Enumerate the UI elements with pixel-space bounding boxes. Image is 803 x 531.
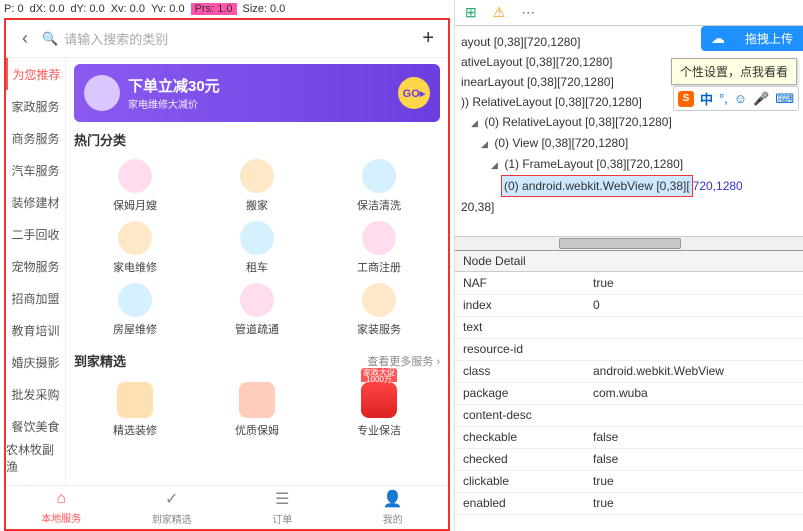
banner-avatar: [84, 75, 120, 111]
sidebar-item[interactable]: 旅游酒店: [6, 474, 65, 485]
ime-bar[interactable]: S 中 °, ☺ 🎤 ⌨: [673, 86, 799, 111]
detail-row: resource-id: [455, 338, 803, 360]
sidebar-item[interactable]: 装修建材: [6, 186, 65, 218]
go-button[interactable]: GO▸: [398, 77, 430, 109]
sidebar-item[interactable]: 二手回收: [6, 218, 65, 250]
tree-row[interactable]: (0) android.webkit.WebView [0,38][720,12…: [461, 175, 797, 197]
tree-row[interactable]: 20,38]: [461, 197, 797, 217]
search-icon: 🔍: [42, 31, 58, 47]
detail-row: text: [455, 316, 803, 338]
hot-cell[interactable]: 管道疏通: [196, 279, 318, 341]
add-icon[interactable]: +: [418, 27, 438, 50]
detail-row: index0: [455, 294, 803, 316]
phone-viewport: ‹ 🔍请输入搜索的类别 + 为您推荐家政服务商务服务汽车服务装修建材二手回收宠物…: [4, 18, 450, 531]
featured-cell[interactable]: 精选装修: [74, 382, 196, 438]
tooltip: 个性设置，点我看看: [671, 58, 797, 85]
nav-item[interactable]: ✓到家精选: [117, 486, 228, 529]
ime-smile-icon: ☺: [734, 91, 747, 106]
nav-icon: ✓: [165, 489, 178, 509]
cloud-icon: ☁: [701, 26, 735, 51]
category-icon: [118, 159, 152, 193]
back-icon[interactable]: ‹: [16, 28, 34, 49]
ime-keyboard-icon: ⌨: [775, 91, 794, 107]
category-icon: [240, 159, 274, 193]
detail-row: checkedfalse: [455, 448, 803, 470]
more-link[interactable]: 查看更多服务 ›: [367, 353, 440, 369]
hot-cell[interactable]: 保洁清洗: [318, 155, 440, 217]
sidebar-item[interactable]: 商务服务: [6, 122, 65, 154]
tree-row[interactable]: ◢ (0) View [0,38][720,1280]: [461, 133, 797, 154]
sidebar-item[interactable]: 教育培训: [6, 314, 65, 346]
search-input[interactable]: 🔍请输入搜索的类别: [42, 29, 410, 48]
coord-info: P: 0dX: 0.0dY: 0.0Xv: 0.0Yv: 0.0Prs: 1.0…: [0, 0, 454, 18]
promo-banner[interactable]: 下单立减30元家电维修大减价 GO▸: [74, 64, 440, 122]
nav-item[interactable]: 👤我的: [338, 486, 449, 529]
inspector-toolbar: ⊞ ⚠ ⋯: [455, 0, 803, 26]
sidebar-item[interactable]: 家政服务: [6, 90, 65, 122]
menu-icon[interactable]: ⋯: [521, 4, 537, 21]
hot-cell[interactable]: 保姆月嫂: [74, 155, 196, 217]
sidebar-item[interactable]: 为您推荐: [6, 58, 65, 90]
category-icon: [240, 221, 274, 255]
detail-row: packagecom.wuba: [455, 382, 803, 404]
category-sidebar: 为您推荐家政服务商务服务汽车服务装修建材二手回收宠物服务招商加盟教育培训婚庆摄影…: [6, 58, 66, 485]
hot-grid: 保姆月嫂搬家保洁清洗家电维修租车工商注册房屋维修管道疏通家装服务: [74, 155, 440, 341]
hot-cell[interactable]: 房屋维修: [74, 279, 196, 341]
featured-icon: [117, 382, 153, 418]
detail-row: NAFtrue: [455, 272, 803, 294]
tree-row[interactable]: ◢ (1) FrameLayout [0,38][720,1280]: [461, 154, 797, 175]
sidebar-item[interactable]: 宠物服务: [6, 250, 65, 282]
featured-cell[interactable]: 优质保姆: [196, 382, 318, 438]
detail-row: clickabletrue: [455, 470, 803, 492]
ime-logo-icon: S: [678, 91, 694, 107]
ime-punct-icon: °,: [719, 91, 728, 106]
hot-cell[interactable]: 家装服务: [318, 279, 440, 341]
hot-cell[interactable]: 工商注册: [318, 217, 440, 279]
featured-icon: 家政大促1000万: [361, 382, 397, 418]
detail-row: classandroid.webkit.WebView: [455, 360, 803, 382]
nav-icon: ☰: [275, 489, 289, 509]
tree-row[interactable]: ◢ (0) RelativeLayout [0,38][720,1280]: [461, 112, 797, 133]
category-icon: [240, 283, 274, 317]
hot-cell[interactable]: 搬家: [196, 155, 318, 217]
bottom-nav: ⌂本地服务✓到家精选☰订单👤我的: [6, 485, 448, 529]
featured-icon: [239, 382, 275, 418]
detail-row: enabledtrue: [455, 492, 803, 514]
featured-row: 精选装修优质保姆家政大促1000万专业保洁: [74, 382, 440, 438]
detail-row: content-desc: [455, 404, 803, 426]
expand-icon[interactable]: ⊞: [465, 4, 477, 21]
sidebar-item[interactable]: 批发采购: [6, 378, 65, 410]
sidebar-item[interactable]: 农林牧副渔: [6, 442, 65, 474]
tree-scrollbar[interactable]: [455, 236, 803, 250]
warn-icon[interactable]: ⚠: [493, 4, 506, 21]
category-icon: [118, 221, 152, 255]
upload-float-button[interactable]: ☁ 拖拽上传: [701, 26, 803, 51]
featured-cell[interactable]: 家政大促1000万专业保洁: [318, 382, 440, 438]
section-hot-title: 热门分类: [74, 130, 440, 149]
node-detail-panel: Node Detail NAFtrueindex0textresource-id…: [455, 250, 803, 531]
node-detail-header: Node Detail: [455, 251, 803, 272]
hot-cell[interactable]: 家电维修: [74, 217, 196, 279]
category-icon: [362, 283, 396, 317]
ime-mic-icon: 🎤: [753, 91, 769, 107]
nav-item[interactable]: ☰订单: [227, 486, 338, 529]
sidebar-item[interactable]: 汽车服务: [6, 154, 65, 186]
hot-cell[interactable]: 租车: [196, 217, 318, 279]
sidebar-item[interactable]: 婚庆摄影: [6, 346, 65, 378]
sidebar-item[interactable]: 招商加盟: [6, 282, 65, 314]
category-icon: [362, 159, 396, 193]
category-icon: [118, 283, 152, 317]
category-icon: [362, 221, 396, 255]
nav-icon: ⌂: [56, 490, 66, 508]
sidebar-item[interactable]: 餐饮美食: [6, 410, 65, 442]
section-featured-title: 到家精选: [74, 351, 126, 370]
nav-icon: 👤: [383, 489, 403, 509]
detail-row: checkablefalse: [455, 426, 803, 448]
nav-item[interactable]: ⌂本地服务: [6, 486, 117, 529]
